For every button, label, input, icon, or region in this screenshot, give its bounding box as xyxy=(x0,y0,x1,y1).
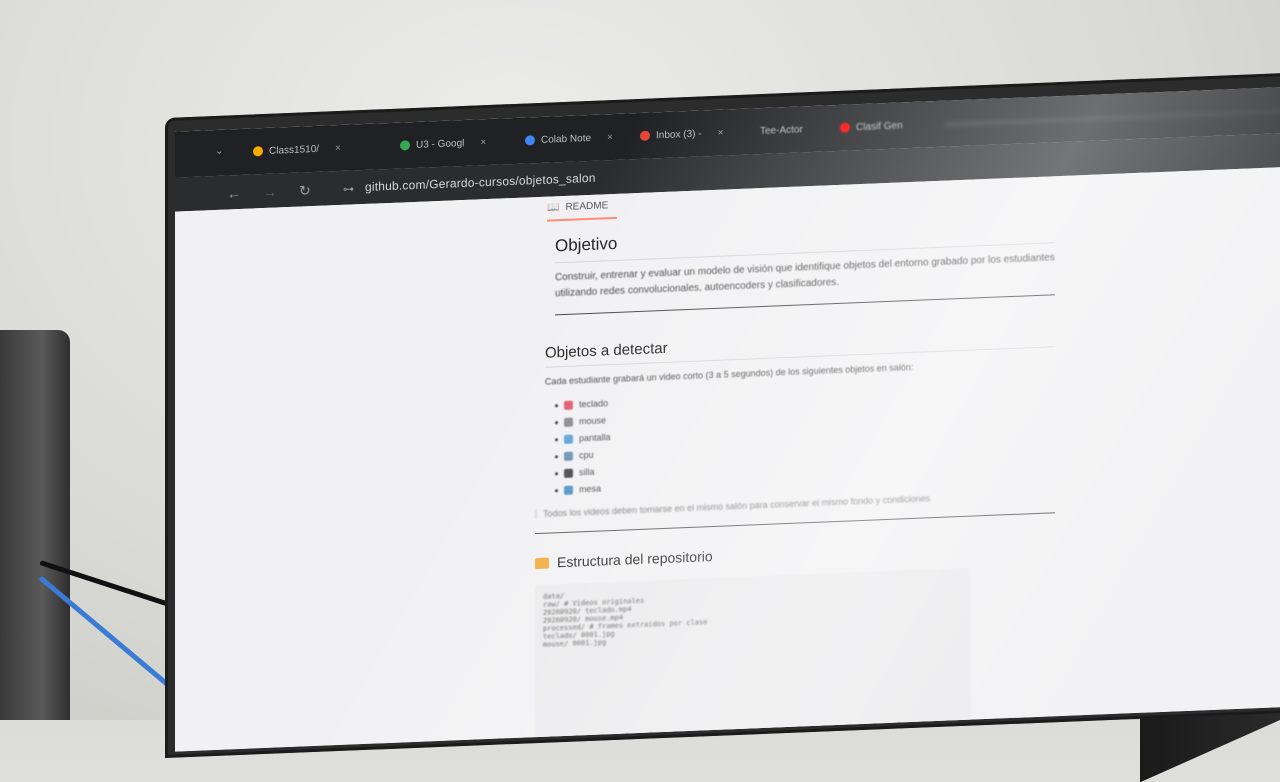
tab-label: Colab Note xyxy=(541,132,592,146)
site-info-icon[interactable]: ⊶ xyxy=(343,182,354,195)
close-icon[interactable]: × xyxy=(718,127,724,138)
list-item-label: teclado xyxy=(579,398,609,410)
close-icon[interactable]: × xyxy=(335,142,341,153)
tab-label: U3 - Googl xyxy=(416,137,465,151)
cpu-icon xyxy=(564,451,573,461)
section-rule xyxy=(555,294,1055,316)
bullet xyxy=(555,454,558,458)
readme-tab-label: README xyxy=(565,200,609,213)
monitor-screen: ⌄ Class1510/ × U3 - Googl × Colab Note ×… xyxy=(175,83,1280,752)
drive-icon xyxy=(525,135,535,146)
tab-label: Clasif Gen xyxy=(856,119,903,133)
blurred-tabs xyxy=(945,107,1280,127)
list-item: pantalla xyxy=(555,432,611,444)
book-icon: 📖 xyxy=(547,202,560,214)
forward-icon[interactable]: → xyxy=(263,184,277,201)
list-item: mouse xyxy=(555,415,606,427)
youtube-icon xyxy=(840,122,850,133)
screen-icon xyxy=(564,434,573,444)
close-icon[interactable]: × xyxy=(480,137,486,148)
tab-4[interactable]: Tee-Actor xyxy=(760,120,803,140)
tab-0[interactable]: Class1510/ × xyxy=(253,139,341,161)
monitor: ⌄ Class1510/ × U3 - Googl × Colab Note ×… xyxy=(165,69,1280,758)
list-item: cpu xyxy=(555,450,594,462)
url-field[interactable]: github.com/Gerardo-cursos/objetos_salon xyxy=(365,171,596,194)
list-item: silla xyxy=(555,467,595,479)
list-item-label: cpu xyxy=(579,449,594,461)
github-page: 📖 README Objetivo Construir, entrenar y … xyxy=(175,163,1280,752)
bullet xyxy=(555,437,558,441)
tab-search-icon[interactable]: ⌄ xyxy=(215,146,223,157)
objetos-intro: Cada estudiante grabará un video corto (… xyxy=(545,361,914,387)
list-item: mesa xyxy=(555,483,601,495)
keyboard-icon xyxy=(564,400,573,410)
heading-estructura-row: Estructura del repositorio xyxy=(535,548,713,571)
reload-icon[interactable]: ↻ xyxy=(299,182,311,199)
table-icon xyxy=(564,485,573,495)
list-item: teclado xyxy=(555,398,608,410)
colab-icon xyxy=(253,146,263,157)
list-item-label: silla xyxy=(579,466,595,478)
monitor-stand-left xyxy=(0,330,70,720)
back-icon[interactable]: ← xyxy=(227,185,241,202)
tab-3[interactable]: Inbox (3) - × xyxy=(640,124,723,145)
drive-icon xyxy=(400,140,410,151)
list-item-label: mouse xyxy=(579,415,607,427)
list-item-label: pantalla xyxy=(579,432,611,444)
readme-tab[interactable]: 📖 README xyxy=(547,199,617,222)
tab-label: Tee-Actor xyxy=(760,123,803,137)
chair-icon xyxy=(564,468,573,478)
tab-1[interactable]: U3 - Googl × xyxy=(400,133,486,154)
heading-objetivo: Objetivo xyxy=(555,233,618,256)
list-item-label: mesa xyxy=(579,483,602,495)
close-icon[interactable]: × xyxy=(607,132,613,143)
bullet xyxy=(555,403,558,407)
mouse-icon xyxy=(564,417,573,427)
tab-label: Class1510/ xyxy=(269,143,320,157)
bullet xyxy=(555,420,558,424)
heading-estructura: Estructura del repositorio xyxy=(557,548,713,571)
bullet xyxy=(555,471,558,475)
tab-5[interactable]: Clasif Gen xyxy=(840,116,903,137)
heading-objetos: Objetos a detectar xyxy=(545,339,668,362)
code-block: data/ raw/ # Videos originales 20260920/… xyxy=(535,567,971,752)
gmail-icon xyxy=(640,130,650,141)
tab-label: Inbox (3) - xyxy=(656,127,702,141)
folder-icon xyxy=(535,557,549,569)
tab-2[interactable]: Colab Note × xyxy=(525,128,613,150)
bullet xyxy=(555,488,558,492)
